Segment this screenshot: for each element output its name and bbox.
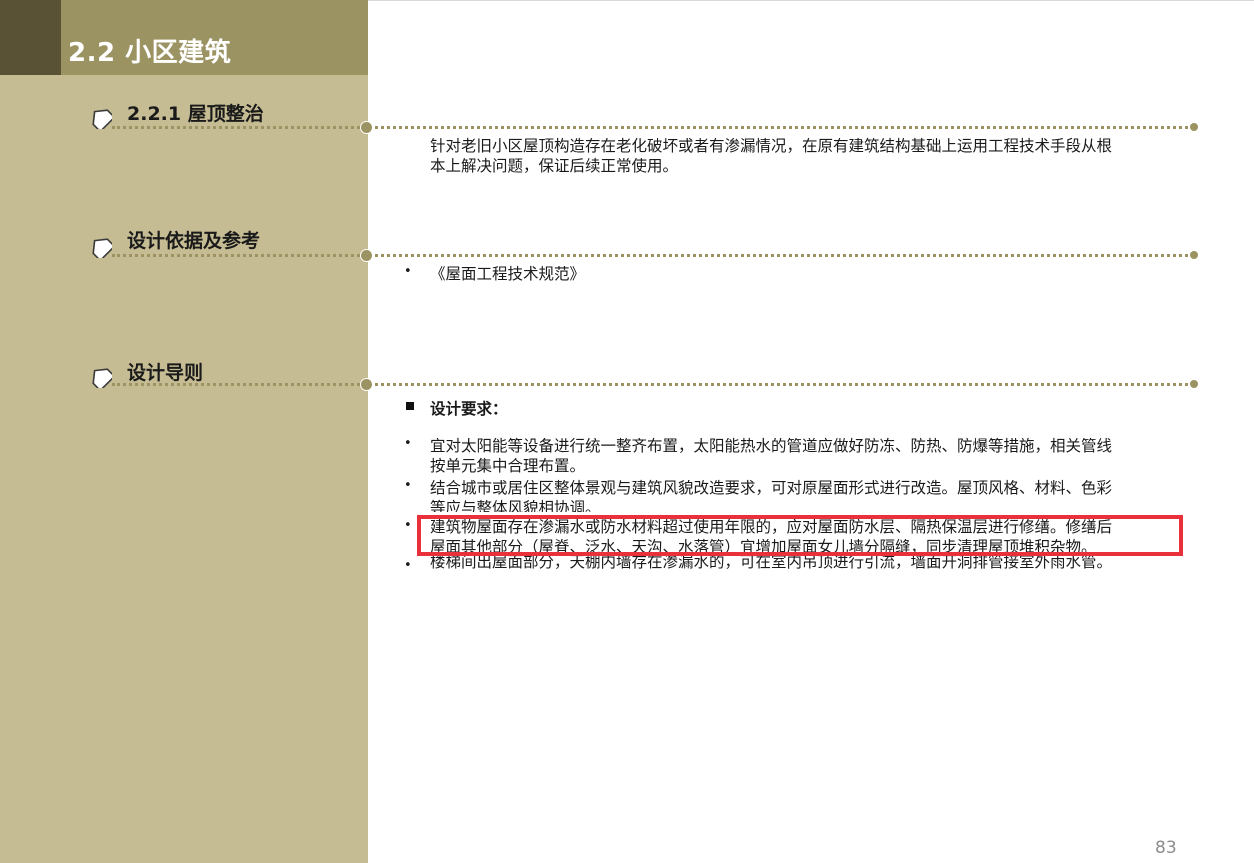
top-divider <box>368 0 1254 1</box>
guideline-line: 按单元集中合理布置。 <box>430 457 586 475</box>
bullet-dot: • <box>404 436 412 451</box>
bullet-dot: • <box>404 558 412 573</box>
guideline-line: 宜对太阳能等设备进行统一整齐布置，太阳能热水的管道应做好防冻、防热、防爆等措施，… <box>430 437 1113 455</box>
circle-end-icon <box>1190 123 1198 131</box>
title-accent-block <box>0 0 61 75</box>
guideline-item: 楼梯间出屋面部分，天棚内墙存在渗漏水的，可在室内吊顶进行引流，墙面开洞排管接室外… <box>430 556 1190 574</box>
section-divider-references <box>112 254 1194 257</box>
diamond-house-icon <box>92 238 112 258</box>
circle-node-icon <box>360 121 373 134</box>
intro-paragraph: 针对老旧小区屋顶构造存在老化破坏或者有渗漏情况，在原有建筑结构基础上运用工程技术… <box>430 136 1190 176</box>
circle-node-icon <box>360 378 373 391</box>
guideline-line: 结合城市或居住区整体景观与建筑风貌改造要求，可对原屋面形式进行改造。屋顶风格、材… <box>430 479 1113 497</box>
guideline-item: 结合城市或居住区整体景观与建筑风貌改造要求，可对原屋面形式进行改造。屋顶风格、材… <box>430 478 1190 512</box>
diamond-house-icon <box>92 109 112 129</box>
page-title: 2.2 小区建筑 <box>68 38 232 68</box>
guideline-line: 等应与整体风貌相协调。 <box>430 499 601 512</box>
section-title-references: 设计依据及参考 <box>127 230 261 252</box>
circle-end-icon <box>1190 251 1198 259</box>
guideline-line: 屋面其他部分（屋脊、泛水、天沟、水落管）宜增加屋面女儿墙分隔缝，同步清理屋顶堆积… <box>430 538 1097 556</box>
diamond-house-icon <box>92 368 112 388</box>
guideline-line: 楼梯间出屋面部分，天棚内墙存在渗漏水的，可在室内吊顶进行引流，墙面开洞排管接室外… <box>430 556 1113 571</box>
section-title-roof: 2.2.1 屋顶整治 <box>127 103 264 125</box>
square-bullet-icon <box>406 402 414 410</box>
guideline-item: 宜对太阳能等设备进行统一整齐布置，太阳能热水的管道应做好防冻、防热、防爆等措施，… <box>430 436 1190 476</box>
reference-item: 《屋面工程技术规范》 <box>430 265 586 283</box>
sidebar <box>0 0 368 863</box>
circle-end-icon <box>1190 380 1198 388</box>
requirements-label: 设计要求： <box>430 400 508 418</box>
bullet-dot: • <box>404 518 412 533</box>
circle-node-icon <box>360 249 373 262</box>
intro-line-1: 针对老旧小区屋顶构造存在老化破坏或者有渗漏情况，在原有建筑结构基础上运用工程技术… <box>430 137 1113 155</box>
bullet-dot: • <box>404 478 412 493</box>
page-number: 83 <box>1155 838 1177 858</box>
intro-line-2: 本上解决问题，保证后续正常使用。 <box>430 157 679 175</box>
section-divider-roof <box>112 126 1194 129</box>
section-title-guidelines: 设计导则 <box>127 362 204 384</box>
guideline-line: 建筑物屋面存在渗漏水或防水材料超过使用年限的，应对屋面防水层、隔热保温层进行修缮… <box>430 518 1113 536</box>
bullet-dot: • <box>404 264 412 279</box>
section-divider-guidelines <box>112 383 1194 386</box>
guideline-item-highlighted: 建筑物屋面存在渗漏水或防水材料超过使用年限的，应对屋面防水层、隔热保温层进行修缮… <box>430 517 1190 557</box>
